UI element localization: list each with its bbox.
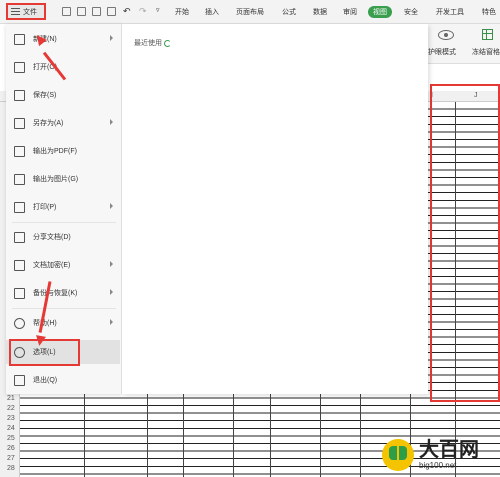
file-menu-label: 文件 <box>23 8 37 16</box>
row-number[interactable]: 25 <box>7 435 15 442</box>
recent-label: 最近使用 <box>134 40 162 47</box>
eye-icon[interactable] <box>438 30 454 40</box>
watermark-text: 大百网 big100.net <box>419 439 479 470</box>
watermark-logo-icon <box>382 438 414 471</box>
tab-page-layout[interactable]: 页面布局 <box>236 7 264 17</box>
file-menu-button[interactable]: 文件 <box>6 3 46 20</box>
tab-view[interactable]: 视图 <box>368 6 392 18</box>
tab-security[interactable]: 安全 <box>404 7 418 17</box>
menu-divider <box>12 308 116 309</box>
help-icon <box>14 317 25 329</box>
menu-item-save-as[interactable]: 另存为(A) <box>6 111 120 135</box>
save-as-icon <box>14 117 25 129</box>
save-icon <box>14 89 25 101</box>
menu-item-label: 另存为(A) <box>33 120 64 127</box>
chevron-right-icon <box>110 319 113 325</box>
tab-data[interactable]: 数据 <box>313 7 327 17</box>
save-quick-icon[interactable] <box>62 7 71 16</box>
menu-item-label: 保存(S) <box>33 92 57 99</box>
chevron-right-icon <box>110 35 113 41</box>
tab-review[interactable]: 审阅 <box>343 7 357 17</box>
row-number[interactable]: 22 <box>7 405 15 412</box>
tab-formulas[interactable]: 公式 <box>282 7 296 17</box>
menu-item-print[interactable]: 打印(P) <box>6 195 120 219</box>
menu-item-label: 帮助(H) <box>33 320 57 327</box>
menu-item-label: 退出(Q) <box>33 377 58 384</box>
menu-item-save[interactable]: 保存(S) <box>6 83 120 107</box>
row-number[interactable]: 24 <box>7 425 15 432</box>
menu-divider <box>12 222 116 223</box>
menu-item-share[interactable]: 分享文档(D) <box>6 225 120 249</box>
column-header-i[interactable]: I <box>431 92 433 99</box>
menu-item-backup[interactable]: 备份与恢复(K) <box>6 281 120 305</box>
preview-quick-icon[interactable] <box>107 7 116 16</box>
menu-item-export-pdf[interactable]: 输出为PDF(F) <box>6 139 120 163</box>
print-preview-quick-icon[interactable] <box>77 7 86 16</box>
menu-item-export-image[interactable]: 输出为图片(G) <box>6 167 120 191</box>
print-icon <box>14 201 25 213</box>
new-icon <box>14 33 25 45</box>
backup-icon <box>14 287 25 299</box>
chevron-right-icon <box>110 119 113 125</box>
pdf-icon <box>14 145 25 157</box>
column-divider <box>455 102 456 477</box>
tab-home[interactable]: 开始 <box>175 7 189 17</box>
menu-item-label: 输出为PDF(F) <box>33 148 77 155</box>
refresh-icon[interactable] <box>164 39 171 47</box>
chevron-right-icon <box>110 289 113 295</box>
menu-item-new[interactable]: 新建(N) <box>6 27 120 51</box>
eye-protection-label[interactable]: 护眼模式 <box>428 47 456 57</box>
menu-item-label: 打印(P) <box>33 204 57 211</box>
menu-item-label: 分享文档(D) <box>33 234 71 241</box>
print-quick-icon[interactable] <box>92 7 101 16</box>
tab-insert[interactable]: 插入 <box>205 7 219 17</box>
folder-icon <box>14 61 25 73</box>
recent-header: 最近使用 <box>134 38 171 48</box>
encrypt-icon <box>14 259 25 271</box>
menu-item-encrypt[interactable]: 文档加密(E) <box>6 253 120 277</box>
undo-icon[interactable]: ↶ <box>123 6 131 17</box>
annotation-arrowhead <box>34 335 46 347</box>
share-icon <box>14 231 25 243</box>
customize-icon[interactable]: ▿ <box>156 6 160 14</box>
row-number[interactable]: 21 <box>7 395 15 402</box>
tab-special[interactable]: 特色 <box>482 7 496 17</box>
chevron-right-icon <box>110 261 113 267</box>
recent-files-panel: 最近使用 <box>122 24 428 394</box>
watermark: 大百网 big100.net <box>382 432 500 477</box>
row-number[interactable]: 23 <box>7 415 15 422</box>
menu-item-label: 输出为图片(G) <box>33 176 79 183</box>
freeze-panes-icon[interactable] <box>482 29 493 40</box>
redo-icon[interactable]: ↷ <box>139 6 147 17</box>
watermark-name: 大百网 <box>419 439 479 461</box>
chevron-right-icon <box>110 203 113 209</box>
ribbon-tab-bar: 文件 ↶ ↷ ▿ 开始 插入 页面布局 公式 数据 审阅 视图 安全 开发工具 … <box>0 0 500 24</box>
row-number[interactable]: 27 <box>7 455 15 462</box>
row-number[interactable]: 26 <box>7 445 15 452</box>
row-number[interactable]: 28 <box>7 465 15 472</box>
column-header-j[interactable]: J <box>474 92 478 99</box>
menu-item-exit[interactable]: 退出(Q) <box>6 368 120 392</box>
tab-developer[interactable]: 开发工具 <box>436 7 464 17</box>
watermark-url: big100.net <box>419 461 457 470</box>
menu-item-help[interactable]: 帮助(H) <box>6 311 120 335</box>
menu-icon <box>11 8 20 15</box>
freeze-panes-label[interactable]: 冻结窗格 <box>472 47 500 57</box>
exit-icon <box>14 374 25 386</box>
image-icon <box>14 173 25 185</box>
menu-item-label: 文档加密(E) <box>33 262 71 269</box>
menu-item-label: 备份与恢复(K) <box>33 290 78 297</box>
